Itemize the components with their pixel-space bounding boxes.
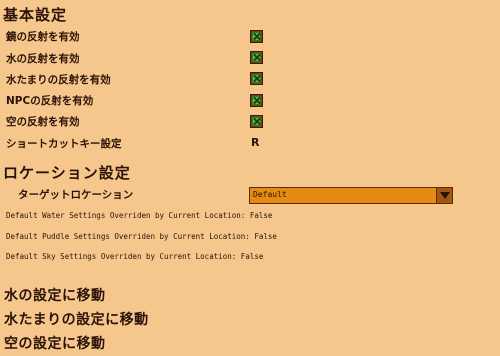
chevron-down-icon <box>440 192 450 199</box>
npc-reflection-checkbox[interactable] <box>250 94 263 107</box>
goto-sky-settings-link[interactable]: 空の設定に移動 <box>4 333 106 353</box>
goto-water-settings-link[interactable]: 水の設定に移動 <box>4 285 106 305</box>
water-override-status: Default Water Settings Overriden by Curr… <box>6 211 273 220</box>
dropdown-toggle[interactable] <box>436 188 452 203</box>
puddle-reflection-checkbox[interactable] <box>250 72 263 85</box>
checkmark-icon <box>252 53 261 62</box>
mirror-reflection-label: 鏡の反射を有効 <box>6 31 80 43</box>
target-location-value: Default <box>253 190 287 199</box>
water-reflection-checkbox[interactable] <box>250 51 263 64</box>
shortcut-key-value[interactable]: R <box>251 136 259 149</box>
sky-reflection-label: 空の反射を有効 <box>6 116 80 128</box>
npc-reflection-label: NPCの反射を有効 <box>6 95 94 107</box>
puddle-override-status: Default Puddle Settings Overriden by Cur… <box>6 232 277 241</box>
target-location-label: ターゲットロケーション <box>18 189 134 201</box>
mirror-reflection-checkbox[interactable] <box>250 30 263 43</box>
checkmark-icon <box>252 117 261 126</box>
target-location-dropdown[interactable]: Default <box>249 187 453 204</box>
sky-reflection-checkbox[interactable] <box>250 115 263 128</box>
checkmark-icon <box>252 32 261 41</box>
location-settings-header: ロケーション設定 <box>3 164 131 182</box>
checkmark-icon <box>252 96 261 105</box>
puddle-reflection-label: 水たまりの反射を有効 <box>6 74 111 86</box>
checkmark-icon <box>252 74 261 83</box>
shortcut-key-label: ショートカットキー設定 <box>6 138 122 150</box>
basic-settings-header: 基本設定 <box>3 6 68 24</box>
goto-puddle-settings-link[interactable]: 水たまりの設定に移動 <box>4 309 149 329</box>
water-reflection-label: 水の反射を有効 <box>6 53 80 65</box>
sky-override-status: Default Sky Settings Overriden by Curren… <box>6 252 264 261</box>
